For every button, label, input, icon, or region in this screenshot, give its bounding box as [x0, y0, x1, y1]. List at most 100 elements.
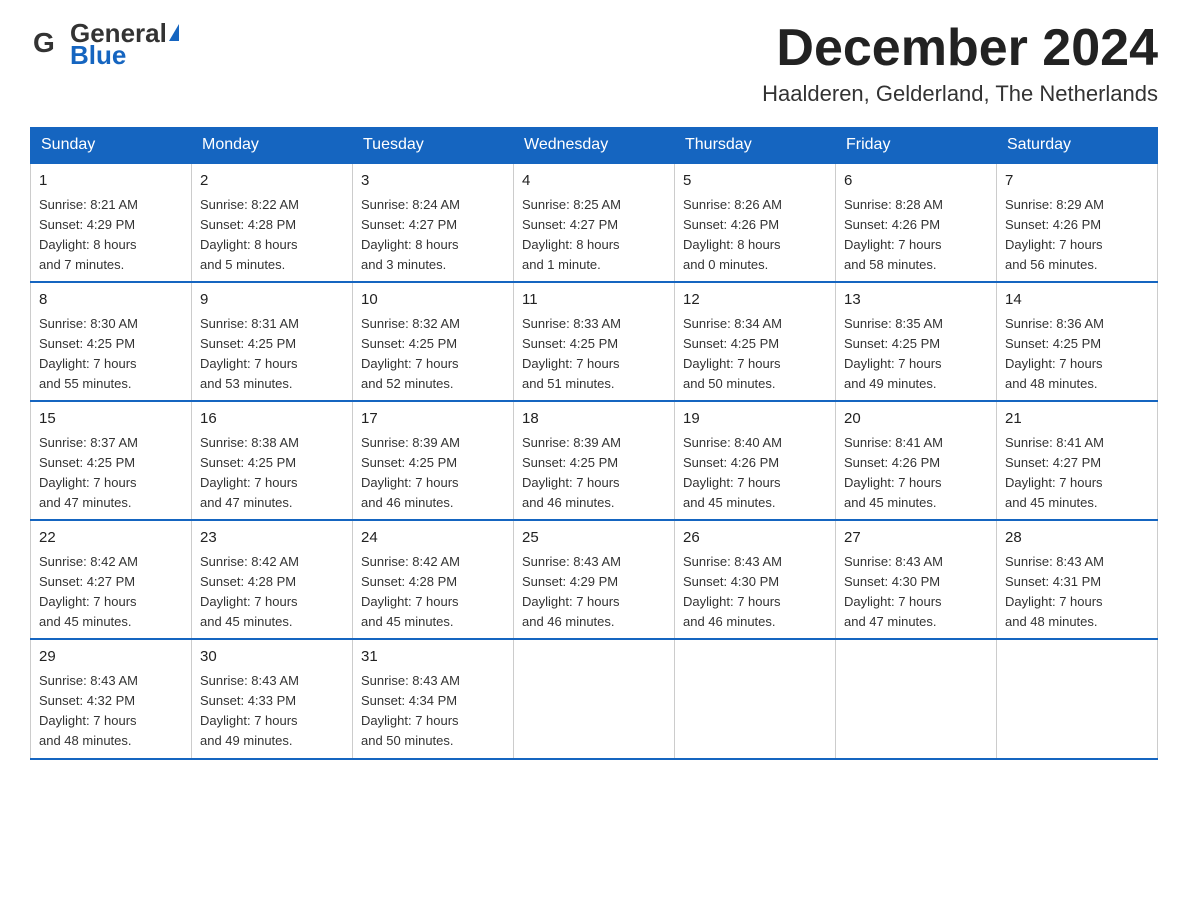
page-header: G General Blue December 2024 Haalderen, …	[30, 20, 1158, 107]
calendar-cell: 2 Sunrise: 8:22 AMSunset: 4:28 PMDayligh…	[192, 163, 353, 282]
day-number: 12	[683, 289, 827, 312]
day-info: Sunrise: 8:43 AMSunset: 4:30 PMDaylight:…	[844, 554, 943, 629]
day-number: 10	[361, 289, 505, 312]
day-info: Sunrise: 8:43 AMSunset: 4:32 PMDaylight:…	[39, 673, 138, 748]
day-number: 1	[39, 170, 183, 193]
day-info: Sunrise: 8:39 AMSunset: 4:25 PMDaylight:…	[361, 435, 460, 510]
day-info: Sunrise: 8:43 AMSunset: 4:29 PMDaylight:…	[522, 554, 621, 629]
day-info: Sunrise: 8:39 AMSunset: 4:25 PMDaylight:…	[522, 435, 621, 510]
calendar-cell: 12 Sunrise: 8:34 AMSunset: 4:25 PMDaylig…	[675, 282, 836, 401]
week-row-3: 15 Sunrise: 8:37 AMSunset: 4:25 PMDaylig…	[31, 401, 1158, 520]
logo: G General Blue	[30, 20, 179, 68]
calendar-cell: 13 Sunrise: 8:35 AMSunset: 4:25 PMDaylig…	[836, 282, 997, 401]
day-info: Sunrise: 8:30 AMSunset: 4:25 PMDaylight:…	[39, 316, 138, 391]
calendar-cell: 9 Sunrise: 8:31 AMSunset: 4:25 PMDayligh…	[192, 282, 353, 401]
header-sunday: Sunday	[31, 128, 192, 164]
header-monday: Monday	[192, 128, 353, 164]
day-number: 31	[361, 646, 505, 669]
header-wednesday: Wednesday	[514, 128, 675, 164]
day-number: 16	[200, 408, 344, 431]
day-info: Sunrise: 8:40 AMSunset: 4:26 PMDaylight:…	[683, 435, 782, 510]
day-info: Sunrise: 8:34 AMSunset: 4:25 PMDaylight:…	[683, 316, 782, 391]
day-number: 19	[683, 408, 827, 431]
day-number: 9	[200, 289, 344, 312]
week-row-5: 29 Sunrise: 8:43 AMSunset: 4:32 PMDaylig…	[31, 639, 1158, 758]
day-info: Sunrise: 8:37 AMSunset: 4:25 PMDaylight:…	[39, 435, 138, 510]
calendar-cell: 30 Sunrise: 8:43 AMSunset: 4:33 PMDaylig…	[192, 639, 353, 758]
day-info: Sunrise: 8:31 AMSunset: 4:25 PMDaylight:…	[200, 316, 299, 391]
logo-icon: G	[30, 24, 66, 65]
logo-text: General Blue	[70, 20, 179, 68]
calendar-cell: 8 Sunrise: 8:30 AMSunset: 4:25 PMDayligh…	[31, 282, 192, 401]
calendar-cell: 6 Sunrise: 8:28 AMSunset: 4:26 PMDayligh…	[836, 163, 997, 282]
header-thursday: Thursday	[675, 128, 836, 164]
calendar-cell: 11 Sunrise: 8:33 AMSunset: 4:25 PMDaylig…	[514, 282, 675, 401]
logo-blue: Blue	[70, 42, 179, 68]
calendar-cell	[675, 639, 836, 758]
day-info: Sunrise: 8:22 AMSunset: 4:28 PMDaylight:…	[200, 197, 299, 272]
calendar-cell: 18 Sunrise: 8:39 AMSunset: 4:25 PMDaylig…	[514, 401, 675, 520]
calendar-cell: 29 Sunrise: 8:43 AMSunset: 4:32 PMDaylig…	[31, 639, 192, 758]
calendar-cell: 15 Sunrise: 8:37 AMSunset: 4:25 PMDaylig…	[31, 401, 192, 520]
calendar-cell: 26 Sunrise: 8:43 AMSunset: 4:30 PMDaylig…	[675, 520, 836, 639]
day-info: Sunrise: 8:24 AMSunset: 4:27 PMDaylight:…	[361, 197, 460, 272]
day-number: 25	[522, 527, 666, 550]
calendar-cell: 22 Sunrise: 8:42 AMSunset: 4:27 PMDaylig…	[31, 520, 192, 639]
day-info: Sunrise: 8:41 AMSunset: 4:26 PMDaylight:…	[844, 435, 943, 510]
location-title: Haalderen, Gelderland, The Netherlands	[762, 81, 1158, 107]
calendar-cell: 20 Sunrise: 8:41 AMSunset: 4:26 PMDaylig…	[836, 401, 997, 520]
svg-text:G: G	[33, 27, 55, 58]
calendar-cell: 17 Sunrise: 8:39 AMSunset: 4:25 PMDaylig…	[353, 401, 514, 520]
calendar-cell: 4 Sunrise: 8:25 AMSunset: 4:27 PMDayligh…	[514, 163, 675, 282]
calendar-cell: 25 Sunrise: 8:43 AMSunset: 4:29 PMDaylig…	[514, 520, 675, 639]
day-number: 28	[1005, 527, 1149, 550]
calendar-cell: 24 Sunrise: 8:42 AMSunset: 4:28 PMDaylig…	[353, 520, 514, 639]
calendar-cell: 5 Sunrise: 8:26 AMSunset: 4:26 PMDayligh…	[675, 163, 836, 282]
day-number: 3	[361, 170, 505, 193]
day-info: Sunrise: 8:36 AMSunset: 4:25 PMDaylight:…	[1005, 316, 1104, 391]
day-number: 23	[200, 527, 344, 550]
day-number: 15	[39, 408, 183, 431]
week-row-2: 8 Sunrise: 8:30 AMSunset: 4:25 PMDayligh…	[31, 282, 1158, 401]
day-info: Sunrise: 8:43 AMSunset: 4:30 PMDaylight:…	[683, 554, 782, 629]
calendar-cell: 19 Sunrise: 8:40 AMSunset: 4:26 PMDaylig…	[675, 401, 836, 520]
day-info: Sunrise: 8:26 AMSunset: 4:26 PMDaylight:…	[683, 197, 782, 272]
day-number: 6	[844, 170, 988, 193]
day-number: 4	[522, 170, 666, 193]
day-number: 24	[361, 527, 505, 550]
week-row-4: 22 Sunrise: 8:42 AMSunset: 4:27 PMDaylig…	[31, 520, 1158, 639]
day-number: 11	[522, 289, 666, 312]
calendar-cell: 16 Sunrise: 8:38 AMSunset: 4:25 PMDaylig…	[192, 401, 353, 520]
header-saturday: Saturday	[997, 128, 1158, 164]
day-number: 14	[1005, 289, 1149, 312]
day-number: 29	[39, 646, 183, 669]
logo-area: G General Blue	[30, 20, 179, 68]
day-info: Sunrise: 8:42 AMSunset: 4:28 PMDaylight:…	[200, 554, 299, 629]
header-tuesday: Tuesday	[353, 128, 514, 164]
day-info: Sunrise: 8:29 AMSunset: 4:26 PMDaylight:…	[1005, 197, 1104, 272]
day-info: Sunrise: 8:43 AMSunset: 4:31 PMDaylight:…	[1005, 554, 1104, 629]
day-number: 18	[522, 408, 666, 431]
week-row-1: 1 Sunrise: 8:21 AMSunset: 4:29 PMDayligh…	[31, 163, 1158, 282]
day-number: 30	[200, 646, 344, 669]
calendar-cell: 1 Sunrise: 8:21 AMSunset: 4:29 PMDayligh…	[31, 163, 192, 282]
calendar-cell: 21 Sunrise: 8:41 AMSunset: 4:27 PMDaylig…	[997, 401, 1158, 520]
calendar-cell	[997, 639, 1158, 758]
calendar-table: Sunday Monday Tuesday Wednesday Thursday…	[30, 127, 1158, 759]
day-number: 22	[39, 527, 183, 550]
calendar-cell: 7 Sunrise: 8:29 AMSunset: 4:26 PMDayligh…	[997, 163, 1158, 282]
day-info: Sunrise: 8:43 AMSunset: 4:34 PMDaylight:…	[361, 673, 460, 748]
day-number: 21	[1005, 408, 1149, 431]
day-info: Sunrise: 8:42 AMSunset: 4:27 PMDaylight:…	[39, 554, 138, 629]
day-number: 7	[1005, 170, 1149, 193]
day-info: Sunrise: 8:21 AMSunset: 4:29 PMDaylight:…	[39, 197, 138, 272]
calendar-cell: 28 Sunrise: 8:43 AMSunset: 4:31 PMDaylig…	[997, 520, 1158, 639]
day-info: Sunrise: 8:33 AMSunset: 4:25 PMDaylight:…	[522, 316, 621, 391]
day-info: Sunrise: 8:28 AMSunset: 4:26 PMDaylight:…	[844, 197, 943, 272]
header-friday: Friday	[836, 128, 997, 164]
calendar-cell: 10 Sunrise: 8:32 AMSunset: 4:25 PMDaylig…	[353, 282, 514, 401]
day-number: 8	[39, 289, 183, 312]
day-number: 20	[844, 408, 988, 431]
title-area: December 2024 Haalderen, Gelderland, The…	[762, 20, 1158, 107]
day-number: 13	[844, 289, 988, 312]
